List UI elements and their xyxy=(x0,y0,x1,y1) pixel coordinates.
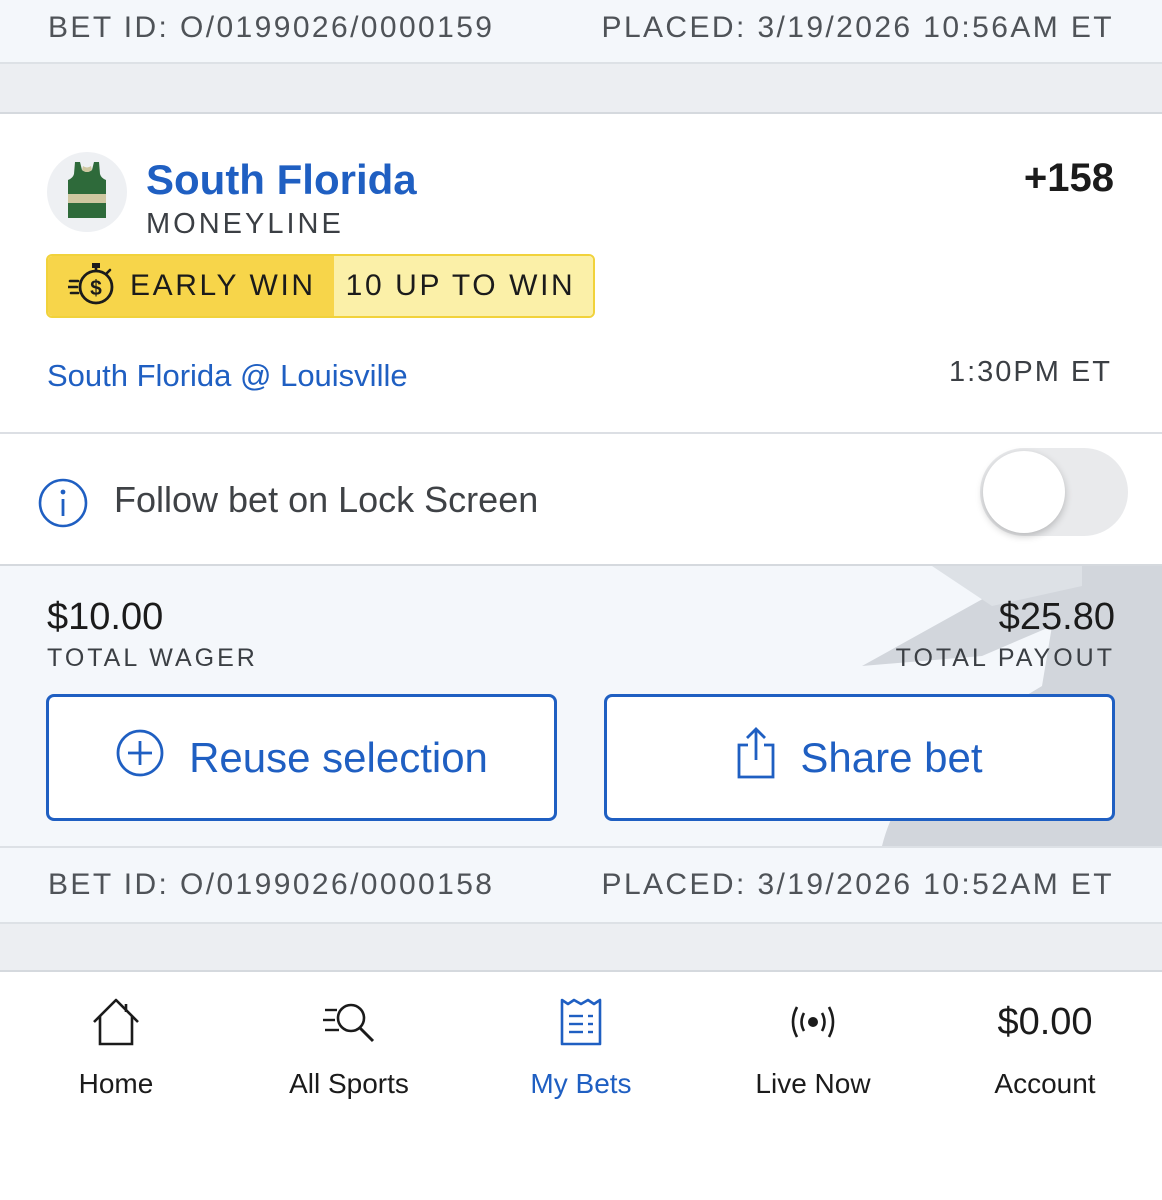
tab-home[interactable]: Home xyxy=(0,990,232,1100)
info-icon[interactable] xyxy=(37,477,89,534)
share-bet-button[interactable]: Share bet xyxy=(604,694,1115,821)
early-win-detail: 10 UP TO WIN xyxy=(345,269,576,302)
game-time: 1:30PM ET xyxy=(948,356,1112,388)
stopwatch-dollar-icon: $ xyxy=(66,261,116,312)
placed-timestamp: PLACED: 3/19/2026 10:56AM ET xyxy=(601,11,1114,44)
jersey-icon xyxy=(65,160,109,225)
total-payout-label: TOTAL PAYOUT xyxy=(895,644,1115,672)
share-bet-label: Share bet xyxy=(800,733,983,781)
tab-all-sports[interactable]: All Sports xyxy=(233,990,465,1100)
account-balance: $0.00 xyxy=(997,1001,1093,1043)
bet-header-row: BET ID: O/0199026/0000158 PLACED: 3/19/2… xyxy=(0,846,1162,924)
early-win-badge: $ EARLY WIN 10 UP TO WIN xyxy=(46,254,596,318)
lock-screen-toggle[interactable] xyxy=(980,448,1128,536)
total-wager-label: TOTAL WAGER xyxy=(47,644,258,672)
broadcast-icon xyxy=(787,990,839,1054)
plus-circle-icon xyxy=(115,728,165,788)
selection-team: South Florida xyxy=(146,156,417,203)
bet-selection-card: South Florida MONEYLINE +158 $ EARLY WIN… xyxy=(0,116,1162,434)
tab-all-sports-label: All Sports xyxy=(289,1068,409,1099)
odds: +158 xyxy=(1023,156,1114,200)
follow-bet-row: Follow bet on Lock Screen xyxy=(0,434,1162,566)
team-logo xyxy=(47,152,127,232)
wager-summary: $10.00 TOTAL WAGER $25.80 TOTAL PAYOUT R… xyxy=(0,566,1162,846)
matchup-link[interactable]: South Florida @ Louisville xyxy=(47,358,408,394)
tab-account-label: Account xyxy=(994,1068,1096,1099)
bet-slip-icon xyxy=(559,990,603,1054)
tab-home-label: Home xyxy=(78,1068,154,1099)
bottom-tab-bar: Home All Sports My Bets Live Now $0.00 A… xyxy=(0,972,1162,1200)
early-win-label: EARLY WIN xyxy=(130,269,316,302)
home-icon xyxy=(90,990,142,1054)
total-wager-amount: $10.00 xyxy=(47,596,164,638)
placed-timestamp: PLACED: 3/19/2026 10:52AM ET xyxy=(601,868,1114,901)
tab-live-now[interactable]: Live Now xyxy=(697,990,929,1100)
tab-live-now-label: Live Now xyxy=(755,1068,871,1099)
section-divider xyxy=(0,64,1162,114)
search-list-icon xyxy=(321,990,377,1054)
reuse-selection-label: Reuse selection xyxy=(189,733,488,781)
toggle-knob xyxy=(983,451,1065,533)
bet-id: BET ID: O/0199026/0000158 xyxy=(48,868,495,901)
total-payout-amount: $25.80 xyxy=(998,596,1115,638)
section-divider xyxy=(0,924,1162,972)
tab-account[interactable]: $0.00 Account xyxy=(929,990,1161,1100)
bet-header-row: BET ID: O/0199026/0000159 PLACED: 3/19/2… xyxy=(0,0,1162,64)
market-type: MONEYLINE xyxy=(146,208,344,240)
tab-my-bets-label: My Bets xyxy=(530,1068,632,1099)
svg-text:$: $ xyxy=(90,277,102,300)
follow-bet-label: Follow bet on Lock Screen xyxy=(114,479,539,520)
tab-my-bets[interactable]: My Bets xyxy=(465,990,697,1100)
reuse-selection-button[interactable]: Reuse selection xyxy=(46,694,557,821)
bet-id: BET ID: O/0199026/0000159 xyxy=(48,11,495,44)
share-icon xyxy=(736,726,776,789)
